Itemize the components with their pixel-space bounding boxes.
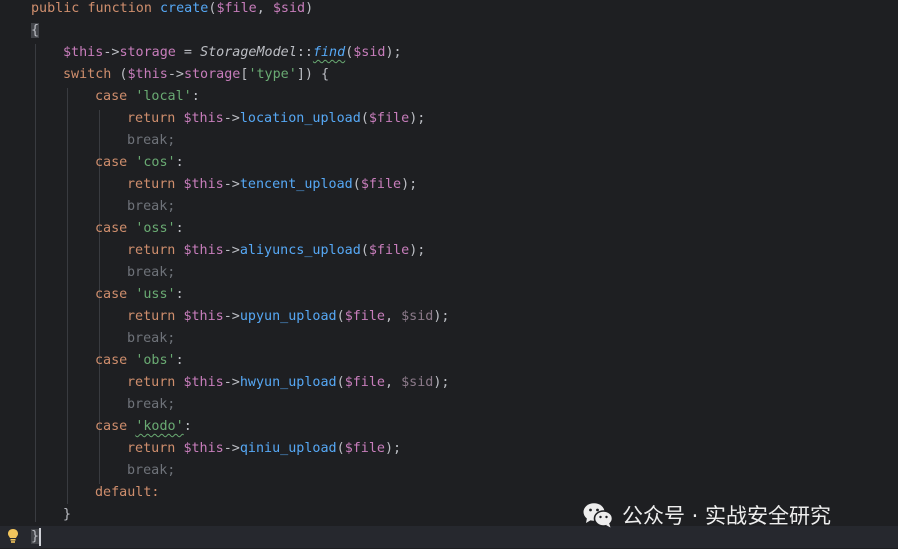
code-line-case[interactable]: case 'obs': — [95, 350, 184, 372]
code-line-return[interactable]: return $this->aliyuncs_upload($file); — [127, 240, 425, 262]
code-line-break[interactable]: break; — [127, 394, 175, 416]
code-line-break[interactable]: break; — [127, 328, 175, 350]
text-cursor — [39, 528, 41, 546]
code-line-return[interactable]: return $this->hwyun_upload($file, $sid); — [127, 372, 450, 394]
watermark-text: 公众号 · 实战安全研究 — [622, 504, 832, 528]
code-line-break[interactable]: break; — [127, 196, 175, 218]
code-line-case[interactable]: case 'cos': — [95, 152, 184, 174]
code-line-default[interactable]: default: — [95, 482, 160, 504]
indent-guide — [35, 44, 36, 522]
code-line-case[interactable]: case 'uss': — [95, 284, 184, 306]
lightbulb-icon[interactable] — [7, 528, 19, 544]
indent-guide — [67, 88, 68, 504]
code-line-return[interactable]: return $this->location_upload($file); — [127, 108, 425, 130]
code-line-open-brace[interactable]: { — [31, 20, 40, 42]
code-line-return[interactable]: return $this->tencent_upload($file); — [127, 174, 417, 196]
code-line-break[interactable]: break; — [127, 460, 175, 482]
code-line-break[interactable]: break; — [127, 130, 175, 152]
code-line-storage[interactable]: $this->storage = StorageModel::find($sid… — [63, 42, 402, 64]
code-line-return[interactable]: return $this->upyun_upload($file, $sid); — [127, 306, 450, 328]
code-line-case[interactable]: case 'oss': — [95, 218, 184, 240]
code-line-break[interactable]: break; — [127, 262, 175, 284]
code-line-case[interactable]: case 'local': — [95, 86, 200, 108]
code-line-switch[interactable]: switch ($this->storage['type']) { — [63, 64, 329, 86]
code-line-return[interactable]: return $this->qiniu_upload($file); — [127, 438, 401, 460]
watermark: 公众号 · 实战安全研究 — [582, 498, 831, 532]
code-editor[interactable]: public function create($file, $sid) { $t… — [0, 0, 898, 549]
code-line-signature[interactable]: public function create($file, $sid) — [31, 0, 313, 20]
code-line-close-switch[interactable]: } — [63, 504, 71, 526]
wechat-icon — [583, 503, 614, 528]
code-line-case[interactable]: case 'kodo': — [95, 416, 192, 438]
